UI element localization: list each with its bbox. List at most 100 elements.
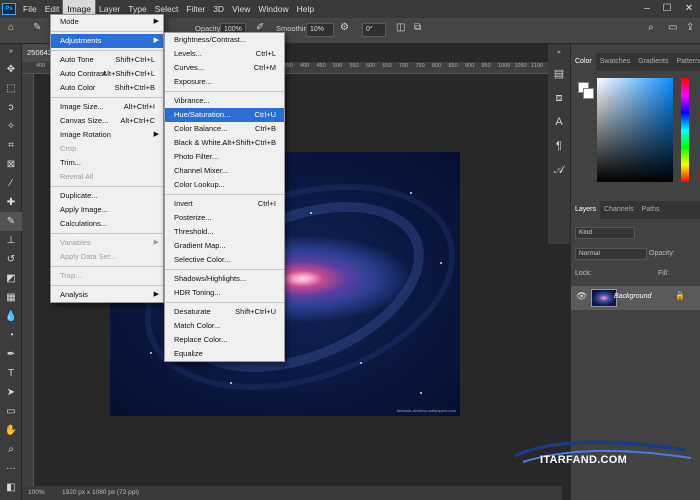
document-info[interactable]: 1920 px x 1080 px (72 ppi)	[62, 489, 139, 496]
tab-patterns[interactable]: Patterns	[672, 53, 700, 71]
hue-slider[interactable]	[681, 78, 689, 182]
menu-item-photo-filter[interactable]: Photo Filter...	[165, 150, 284, 164]
menu-item-match-color[interactable]: Match Color...	[165, 319, 284, 333]
eyedropper-tool-icon[interactable]: ⁄	[0, 174, 22, 193]
menu-item-curves[interactable]: Curves... Ctrl+M	[165, 61, 284, 75]
blur-tool-icon[interactable]: 💧	[0, 307, 22, 326]
clone-stamp-tool-icon[interactable]: ⊥	[0, 231, 22, 250]
gradient-tool-icon[interactable]: ▦	[0, 288, 22, 307]
workspace-icon[interactable]: ▭	[668, 22, 677, 33]
menu-item-gradient-map[interactable]: Gradient Map...	[165, 239, 284, 253]
menu-item-auto-contrast[interactable]: Auto Contrast Alt+Shift+Ctrl+L	[51, 67, 163, 81]
menu-item-analysis[interactable]: Analysis ▶	[51, 288, 163, 302]
paragraph-panel-icon[interactable]: ¶	[548, 134, 570, 158]
share-icon[interactable]: ⇪	[686, 22, 694, 33]
history-brush-tool-icon[interactable]: ↺	[0, 250, 22, 269]
menu-file[interactable]: File	[19, 0, 41, 18]
menu-item-hdr-toning[interactable]: HDR Toning...	[165, 286, 284, 300]
maximize-button[interactable]: ☐	[656, 0, 678, 18]
toolbar-collapse-icon[interactable]: »	[0, 44, 22, 60]
menu-item-image-size[interactable]: Image Size... Alt+Ctrl+I	[51, 100, 163, 114]
menu-item-auto-tone[interactable]: Auto Tone Shift+Ctrl+L	[51, 53, 163, 67]
layer-lock-icon[interactable]: 🔒	[675, 291, 685, 300]
color-field[interactable]	[597, 78, 673, 182]
settings-gear-icon[interactable]: ⚙	[340, 22, 349, 33]
tab-swatches[interactable]: Swatches	[596, 53, 634, 71]
menu-item-apply-image[interactable]: Apply Image...	[51, 203, 163, 217]
properties-panel-icon[interactable]: ⧈	[548, 86, 570, 110]
rectangle-tool-icon[interactable]: ▭	[0, 402, 22, 421]
menu-item-adjustments[interactable]: Adjustments ▶	[51, 34, 163, 48]
marquee-tool-icon[interactable]: ⬚	[0, 79, 22, 98]
type-tool-icon[interactable]: T	[0, 364, 22, 383]
tab-gradients[interactable]: Gradients	[634, 53, 672, 71]
menu-item-color-lookup[interactable]: Color Lookup...	[165, 178, 284, 192]
menu-item-equalize[interactable]: Equalize	[165, 347, 284, 361]
menu-item-canvas-size[interactable]: Canvas Size... Alt+Ctrl+C	[51, 114, 163, 128]
menu-item-hue-saturation[interactable]: Hue/Saturation... Ctrl+U	[165, 108, 284, 122]
dodge-tool-icon[interactable]: ◔	[0, 326, 22, 345]
menu-view[interactable]: View	[228, 0, 254, 18]
menu-filter[interactable]: Filter	[182, 0, 209, 18]
tab-paths[interactable]: Paths	[638, 201, 664, 219]
tab-color[interactable]: Color	[571, 53, 596, 71]
visibility-eye-icon[interactable]: 👁	[576, 291, 587, 302]
blend-mode-select[interactable]: Normal	[575, 248, 647, 260]
menu-item-color-balance[interactable]: Color Balance... Ctrl+B	[165, 122, 284, 136]
menu-item-auto-color[interactable]: Auto Color Shift+Ctrl+B	[51, 81, 163, 95]
minimize-button[interactable]: –	[636, 0, 658, 18]
menu-item-exposure[interactable]: Exposure...	[165, 75, 284, 89]
menu-3d[interactable]: 3D	[209, 0, 228, 18]
layer-filter-kind[interactable]: Kind	[575, 227, 635, 239]
menu-item-threshold[interactable]: Threshold...	[165, 225, 284, 239]
tab-channels[interactable]: Channels	[600, 201, 638, 219]
move-tool-icon[interactable]: ✥	[0, 60, 22, 79]
path-selection-tool-icon[interactable]: ➤	[0, 383, 22, 402]
menu-item-shadows-highlights[interactable]: Shadows/Highlights...	[165, 272, 284, 286]
menu-window[interactable]: Window	[254, 0, 292, 18]
menu-item-posterize[interactable]: Posterize...	[165, 211, 284, 225]
search-icon[interactable]: ⌕	[648, 22, 654, 33]
layer-name[interactable]: Background	[614, 293, 651, 300]
menu-item-levels[interactable]: Levels... Ctrl+L	[165, 47, 284, 61]
menu-item-desaturate[interactable]: Desaturate Shift+Ctrl+U	[165, 305, 284, 319]
menu-item-vibrance[interactable]: Vibrance...	[165, 94, 284, 108]
menu-item-channel-mixer[interactable]: Channel Mixer...	[165, 164, 284, 178]
menu-item-black-white[interactable]: Black & White... Alt+Shift+Ctrl+B	[165, 136, 284, 150]
history-panel-icon[interactable]: ▤	[548, 62, 570, 86]
angle-input[interactable]: 0°	[362, 23, 386, 37]
smoothing-input[interactable]: 10%	[306, 23, 334, 37]
magic-wand-tool-icon[interactable]: ✧	[0, 117, 22, 136]
menu-item-replace-color[interactable]: Replace Color...	[165, 333, 284, 347]
home-icon[interactable]: ⌂	[8, 22, 14, 33]
hand-tool-icon[interactable]: ✋	[0, 421, 22, 440]
panel-collapse-icon[interactable]: «	[548, 44, 570, 62]
menu-item-invert[interactable]: Invert Ctrl+I	[165, 197, 284, 211]
frame-tool-icon[interactable]: ⊠	[0, 155, 22, 174]
menu-item-brightness-contrast[interactable]: Brightness/Contrast...	[165, 33, 284, 47]
lasso-tool-icon[interactable]: ↄ	[0, 98, 22, 117]
layer-row-background[interactable]: 👁 Background 🔒	[571, 286, 700, 310]
close-button[interactable]: ✕	[678, 0, 700, 18]
brush-tool-icon[interactable]: ✎	[33, 22, 41, 33]
symmetry-icon[interactable]: ⧉	[414, 22, 421, 33]
glyphs-panel-icon[interactable]: 𝒜	[548, 158, 570, 182]
pressure-size-icon[interactable]: ◫	[396, 22, 405, 33]
brush-tool-icon[interactable]: ✎	[0, 212, 22, 231]
zoom-level[interactable]: 100%	[28, 489, 45, 496]
color-swatches-icon[interactable]: ◧	[0, 478, 22, 497]
menu-item-trim[interactable]: Trim...	[51, 156, 163, 170]
pen-tool-icon[interactable]: ✒	[0, 345, 22, 364]
menu-item-image-rotation[interactable]: Image Rotation ▶	[51, 128, 163, 142]
more-tools-icon[interactable]: ···	[0, 459, 22, 478]
menu-item-calculations[interactable]: Calculations...	[51, 217, 163, 231]
crop-tool-icon[interactable]: ⌗	[0, 136, 22, 155]
menu-help[interactable]: Help	[293, 0, 318, 18]
background-color-swatch[interactable]	[583, 88, 594, 99]
zoom-tool-icon[interactable]: ⌕	[0, 440, 22, 459]
tab-layers[interactable]: Layers	[571, 201, 601, 219]
menu-item-mode[interactable]: Mode ▶	[51, 15, 163, 29]
menu-item-selective-color[interactable]: Selective Color...	[165, 253, 284, 267]
healing-brush-tool-icon[interactable]: ✚	[0, 193, 22, 212]
character-panel-icon[interactable]: A	[548, 110, 570, 134]
